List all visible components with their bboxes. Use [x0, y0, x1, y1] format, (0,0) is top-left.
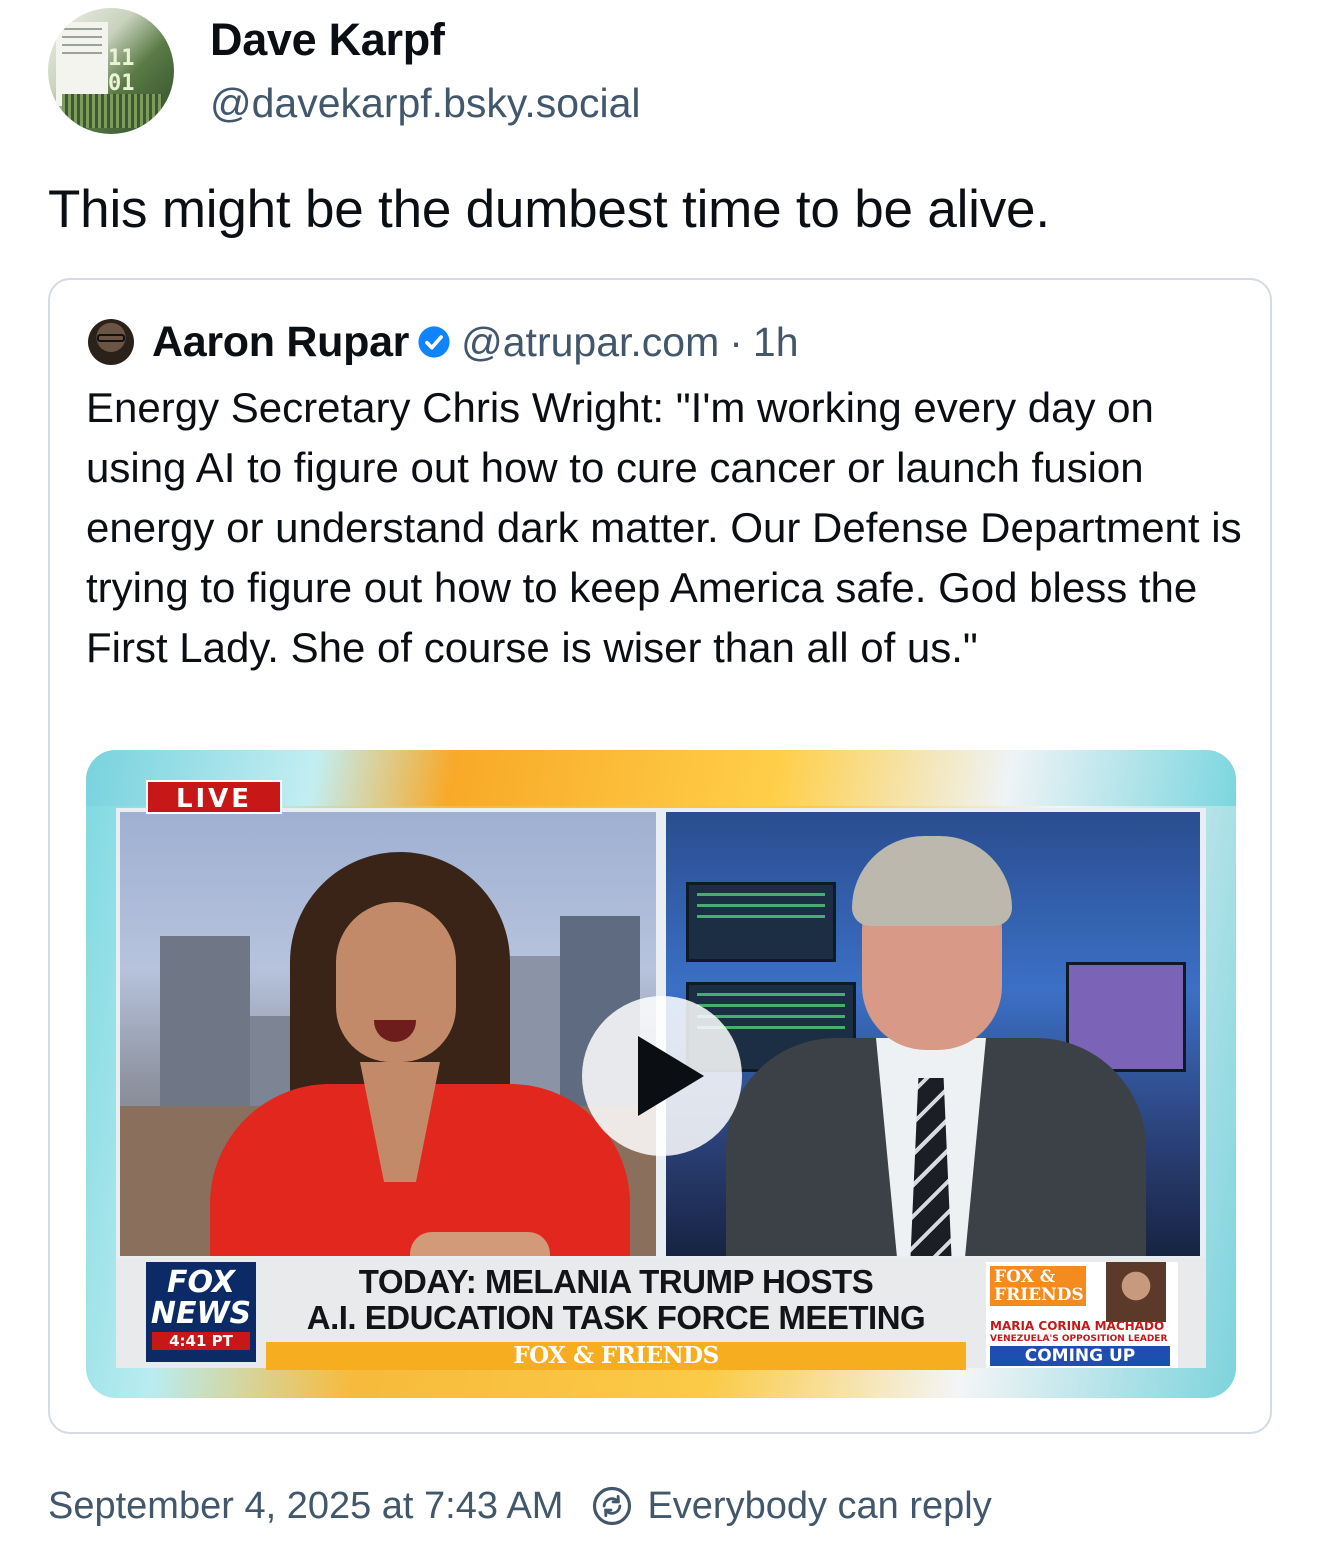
quoted-post-header: Aaron Rupar @atrupar.com · 1h [152, 316, 799, 368]
header-separator: · [729, 318, 743, 365]
post-footer: September 4, 2025 at 7:43 AM Everybody c… [48, 1478, 992, 1534]
show-name: FOX & FRIENDS [513, 1342, 719, 1369]
post-text: This might be the dumbest time to be ali… [48, 180, 1050, 239]
live-badge: LIVE [146, 780, 282, 814]
upnext-photo [1106, 1262, 1166, 1322]
verified-check-icon [418, 326, 450, 358]
network-logo-line2: NEWS [150, 1296, 252, 1331]
play-icon[interactable] [582, 996, 742, 1156]
video-player[interactable]: LIVE FOX NEWS 4:41 PT TODAY: MELANIA TRU… [86, 750, 1236, 1398]
network-logo-line1: FOX [166, 1265, 236, 1300]
upnext-logo: FOX & FRIENDS [990, 1266, 1086, 1306]
quoted-author-handle[interactable]: @atrupar.com [461, 319, 719, 366]
upnext-name: MARIA CORINA MACHADO [990, 1319, 1165, 1333]
broadcast-clock: 4:41 PT [152, 1332, 250, 1350]
author-handle[interactable]: @davekarpf.bsky.social [210, 80, 641, 127]
post-timestamp[interactable]: September 4, 2025 at 7:43 AM [48, 1485, 563, 1528]
author-avatar[interactable]: 11 01 [48, 8, 174, 134]
avatar-digits: 11 01 [108, 46, 135, 96]
network-logo: FOX NEWS 4:41 PT [146, 1262, 256, 1362]
author-display-name[interactable]: Dave Karpf [210, 14, 445, 66]
quoted-post-text: Energy Secretary Chris Wright: "I'm work… [86, 384, 1242, 671]
upnext-subtitle: VENEZUELA'S OPPOSITION LEADER [990, 1334, 1168, 1344]
quoted-author-avatar[interactable] [88, 319, 134, 365]
video-panel-guest [666, 812, 1200, 1256]
coming-up-box: FOX & FRIENDS MARIA CORINA MACHADO VENEZ… [986, 1262, 1178, 1368]
quoted-post-time[interactable]: 1h [753, 319, 799, 366]
avatar-decoration [62, 94, 162, 128]
video-panel-host [120, 812, 656, 1256]
reply-settings-icon [593, 1486, 632, 1526]
headline-line1: TODAY: MELANIA TRUMP HOSTS [358, 1263, 874, 1300]
quoted-author-name[interactable]: Aaron Rupar [152, 318, 409, 367]
broadcast-headline: TODAY: MELANIA TRUMP HOSTS A.I. EDUCATIO… [266, 1264, 966, 1336]
coming-up-label: COMING UP [990, 1346, 1170, 1366]
reply-setting[interactable]: Everybody can reply [647, 1485, 991, 1528]
headline-line2: A.I. EDUCATION TASK FORCE MEETING [306, 1299, 926, 1336]
quoted-post-card[interactable]: Aaron Rupar @atrupar.com · 1h Energy Sec… [48, 278, 1272, 1434]
